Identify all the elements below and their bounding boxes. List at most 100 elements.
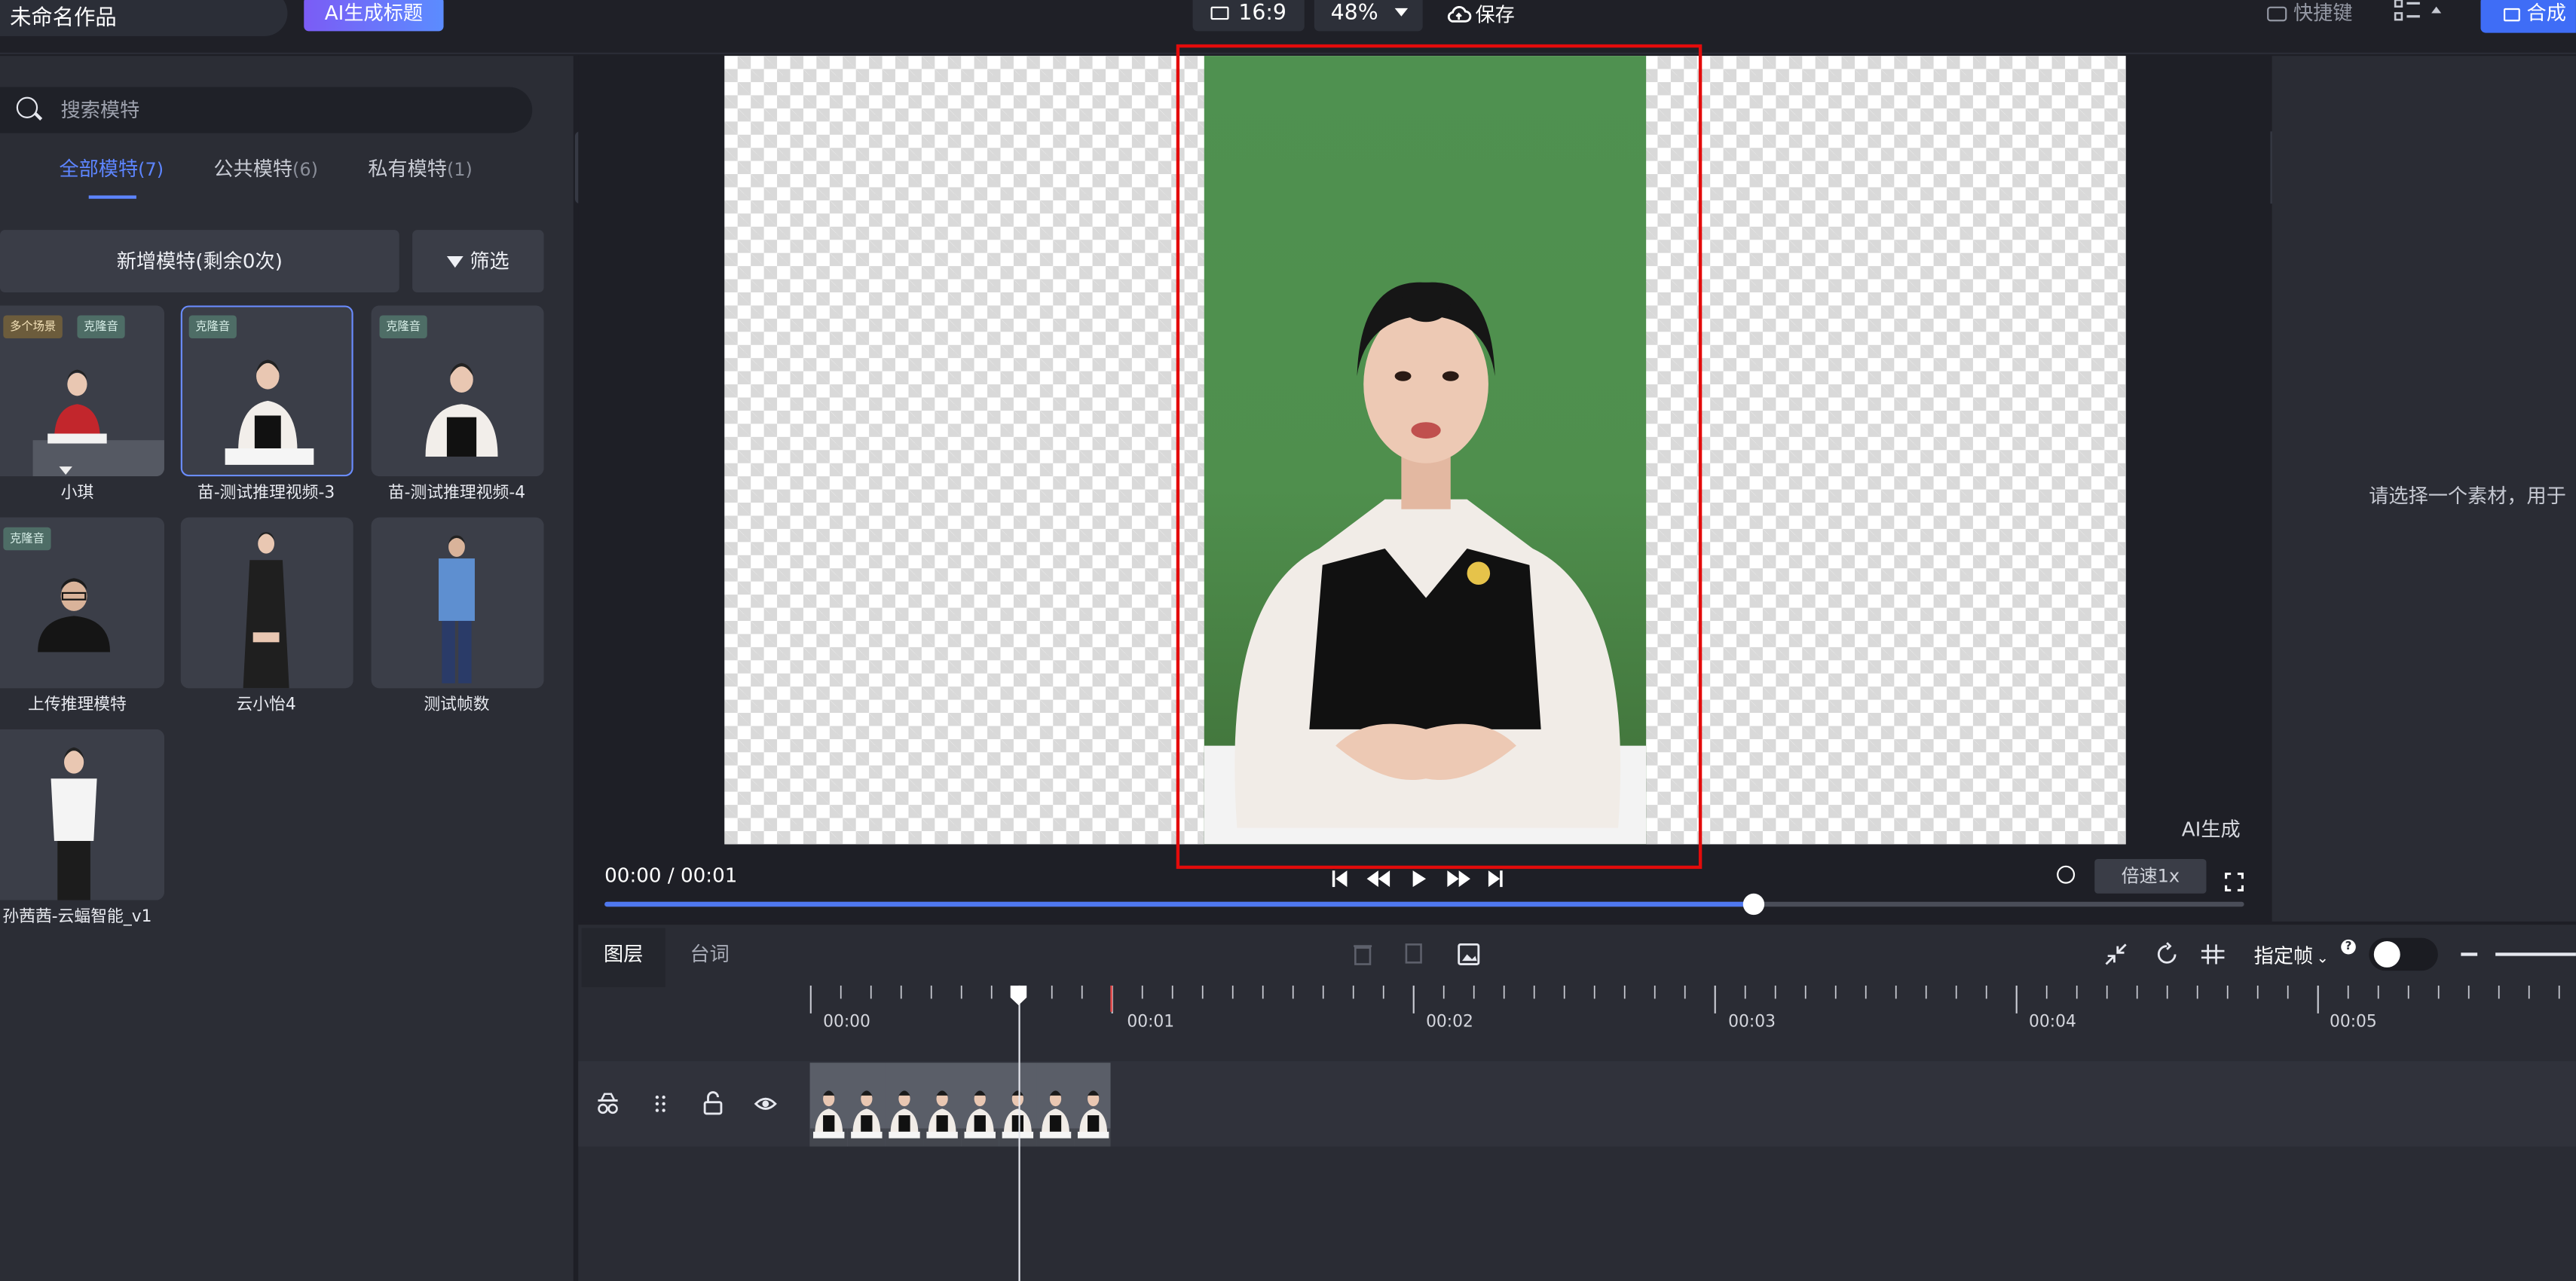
tab-public-models[interactable]: 公共模特(6) [213,154,318,182]
timeline-tools [1351,941,1490,974]
tag-clone-voice: 克隆音 [379,315,427,339]
zoom-select[interactable]: 48% [1314,0,1423,32]
model-name: 苗-测试推理视频-3 [197,485,335,503]
video-clip[interactable] [809,1062,1111,1147]
model-name: 云小怡4 [236,696,296,715]
model-card[interactable] [0,729,164,900]
zoom-search-icon[interactable] [2057,865,2076,884]
time-ruler[interactable] [809,985,2576,1051]
keyboard-icon [2267,6,2287,22]
copy-icon[interactable] [1405,943,1422,964]
playhead-line[interactable] [1018,985,1020,1281]
tag-multi-scene: 多个场景 [3,315,63,339]
select-material-hint: 请选择一个素材，用于 [2369,485,2566,508]
compose-button[interactable]: 合成 [2480,0,2576,33]
model-thumbnail [180,517,353,689]
model-name: 测试帧数 [424,696,490,715]
shortcuts-label: 快捷键 [2293,2,2353,25]
layout-menu-button[interactable] [2394,0,2446,31]
compose-label: 合成 [2526,2,2566,25]
model-card[interactable] [371,517,544,689]
zoom-out-icon[interactable] [2461,952,2478,955]
skip-start-icon[interactable] [1332,870,1348,888]
timeline-view-tools [2103,941,2234,974]
tab-all-models[interactable]: 全部模特(7) [59,154,164,182]
tab-private-count: (1) [446,159,473,181]
model-name: 小琪 [60,485,94,503]
tick-label: 00:00 [823,1013,870,1032]
progress-handle[interactable] [1742,893,1764,916]
rewind-icon[interactable] [1366,870,1390,888]
timeline-zoom-slider[interactable] [2495,952,2576,955]
shortcuts-button[interactable]: 快捷键 [2267,0,2353,26]
filter-icon [446,256,463,268]
model-search-input[interactable]: 搜索模特 [0,87,533,133]
tag-clone-voice: 克隆音 [188,315,237,339]
cloud-upload-icon [1447,5,1472,23]
speed-button[interactable]: 倍速1x [2094,859,2207,894]
skip-end-icon[interactable] [1488,870,1503,888]
project-name[interactable]: 未命名作品 [0,0,288,36]
play-icon[interactable] [1412,870,1427,888]
visibility-mask-icon[interactable] [598,1093,618,1114]
filter-button[interactable]: 筛选 [412,230,544,293]
save-label: 保存 [1475,3,1515,26]
tick-label: 00:04 [2029,1013,2076,1032]
keyframe-selector[interactable]: 指定帧 ⌄ [2254,941,2329,969]
tab-layers[interactable]: 图层 [581,928,665,988]
tab-all-label: 全部模特 [59,157,139,181]
keyframe-label: 指定帧 [2253,944,2314,968]
search-placeholder: 搜索模特 [60,98,140,122]
keyframe-toggle[interactable] [2369,937,2438,971]
progress-track[interactable] [604,893,2244,916]
grid-icon[interactable] [2201,944,2225,965]
tab-public-label: 公共模特 [213,157,293,181]
tick-label: 00:01 [1127,1013,1175,1032]
unlock-icon[interactable] [703,1091,723,1115]
selection-highlight-box [1176,44,1703,870]
tab-private-models[interactable]: 私有模特(1) [368,154,473,182]
clip-frame-thumbnail [999,1062,1037,1147]
active-tab-indicator [88,195,136,199]
delete-icon[interactable] [1354,945,1372,965]
progress-fill [604,901,1752,907]
save-button[interactable]: 保存 [1446,0,1515,29]
clip-thumbnails [809,1062,1111,1147]
list-layout-icon [2394,0,2442,21]
zoom-label: 48% [1330,2,1378,26]
ai-title-button[interactable]: AI生成标题 [304,0,444,32]
tick-label: 00:02 [1426,1013,1473,1032]
tab-script[interactable]: 台词 [670,928,749,987]
fullscreen-icon[interactable] [2224,867,2244,898]
caret-down-icon [1394,8,1409,17]
drag-handle-icon[interactable] [655,1095,665,1112]
model-name: 上传推理模特 [28,696,127,715]
model-name: 苗-测试推理视频-4 [387,485,526,503]
tag-clone-voice: 克隆音 [77,315,125,339]
refresh-icon[interactable] [2157,942,2177,964]
add-model-button[interactable]: 新增模特(剩余0次) [0,230,399,293]
clip-frame-thumbnail [1036,1062,1075,1147]
help-icon[interactable]: ? [2341,939,2356,955]
clip-frame-thumbnail [1074,1062,1111,1147]
tag-clone-voice: 克隆音 [3,527,51,551]
track-controls [596,1090,785,1124]
model-card[interactable] [180,517,353,689]
eye-icon[interactable] [754,1097,777,1110]
image-icon[interactable] [1458,943,1480,965]
fast-forward-icon[interactable] [1447,870,1470,888]
tab-public-count: (6) [292,159,319,181]
video-icon [2504,8,2520,22]
search-icon [16,96,38,118]
clip-frame-thumbnail [847,1062,886,1147]
model-thumbnail [0,729,164,900]
shrink-icon[interactable] [2105,943,2127,965]
monitor-icon [1210,6,1229,20]
toggle-knob [2373,941,2400,968]
playback-controls [1327,866,1508,897]
clip-frame-thumbnail [961,1062,999,1147]
ai-generated-watermark: AI生成 [2181,818,2241,842]
aspect-ratio-button[interactable]: 16:9 [1192,0,1305,32]
tick-label: 00:03 [1728,1013,1776,1032]
model-thumbnail [371,517,544,689]
